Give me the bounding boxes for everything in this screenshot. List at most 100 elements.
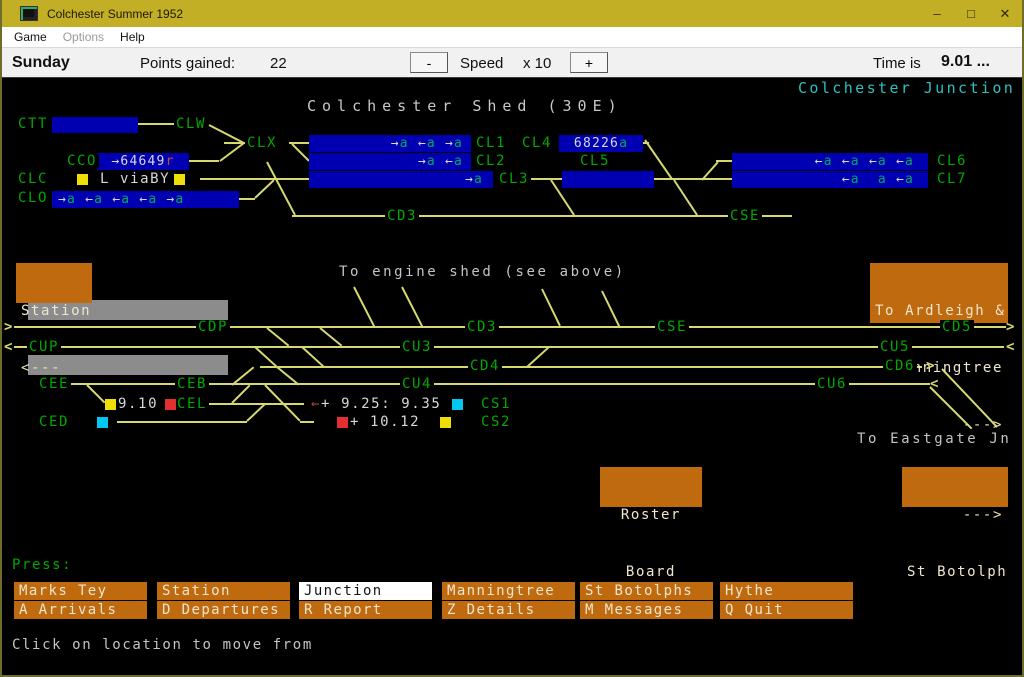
track-label-cup[interactable]: CUP xyxy=(27,340,61,354)
track-label-cs2[interactable]: CS2 xyxy=(479,415,513,429)
track-label-cu6[interactable]: CU6 xyxy=(815,377,849,391)
speed-minus-button[interactable]: - xyxy=(410,52,448,73)
button-manningtree[interactable]: Manningtree xyxy=(442,582,575,600)
track-label-cee[interactable]: CEE xyxy=(37,377,71,391)
track-label-ced[interactable]: CED xyxy=(37,415,71,429)
track-label-cl4[interactable]: CL4 xyxy=(520,136,554,150)
train-block[interactable]: →64649r xyxy=(97,153,189,170)
track-label-cd6[interactable]: CD6 xyxy=(883,359,917,373)
points-value: 22 xyxy=(270,55,287,72)
signal-marker-red[interactable] xyxy=(337,417,348,428)
st-botolph-box[interactable]: ---> St Botolph xyxy=(902,467,1008,507)
track-label-cl1[interactable]: CL1 xyxy=(474,136,508,150)
track-label-cel[interactable]: CEL xyxy=(175,397,209,411)
close-button[interactable]: ✕ xyxy=(988,0,1022,27)
track-line xyxy=(200,178,309,180)
track-label-cse[interactable]: CSE xyxy=(655,320,689,334)
track-label-clx[interactable]: CLX xyxy=(245,136,279,150)
ardleigh-box[interactable]: To Ardleigh & Manningtree ---> xyxy=(870,263,1008,323)
train-block[interactable] xyxy=(562,171,654,188)
app-window: Colchester Summer 1952 – □ ✕ Game Option… xyxy=(0,0,1024,677)
button-st-botolphs[interactable]: St Botolphs xyxy=(580,582,713,600)
track-label-cd4[interactable]: CD4 xyxy=(468,359,502,373)
button-station[interactable]: Station xyxy=(157,582,290,600)
train-block[interactable]: ←a ←a ←a ←a xyxy=(732,153,928,170)
signal-marker-yellow[interactable] xyxy=(440,417,451,428)
track-line xyxy=(14,346,1004,348)
time-value: 9.01 ... xyxy=(941,53,990,71)
track-line xyxy=(117,421,247,423)
track-label-clc[interactable]: CLC xyxy=(16,172,50,186)
track-label-cu3[interactable]: CU3 xyxy=(400,340,434,354)
button-d-departures[interactable]: D Departures xyxy=(157,601,290,619)
track-label-cse[interactable]: CSE xyxy=(728,209,762,223)
track-label-cl6[interactable]: CL6 xyxy=(935,154,969,168)
track-direction-arrow: < xyxy=(4,340,12,354)
button-a-arrivals[interactable]: A Arrivals xyxy=(14,601,147,619)
menu-game[interactable]: Game xyxy=(6,30,55,44)
track-direction-arrow: > xyxy=(926,359,934,373)
speed-value: x 10 xyxy=(523,55,551,72)
ardleigh-box-label: To Ardleigh & xyxy=(875,302,1003,321)
day-label: Sunday xyxy=(12,54,70,72)
signal-marker-red[interactable] xyxy=(165,399,176,410)
track-line xyxy=(86,384,105,403)
track-line xyxy=(654,178,732,180)
minimize-button[interactable]: – xyxy=(920,0,954,27)
track-label-clo[interactable]: CLO xyxy=(16,191,50,205)
speed-plus-button[interactable]: + xyxy=(570,52,608,73)
signal-marker-yellow[interactable] xyxy=(174,174,185,185)
track-direction-arrow: < xyxy=(930,377,938,391)
track-label-cu4[interactable]: CU4 xyxy=(400,377,434,391)
track-label-ceb[interactable]: CEB xyxy=(175,377,209,391)
train-block[interactable]: →a xyxy=(309,171,493,188)
track-label-ctt[interactable]: CTT xyxy=(16,117,50,131)
signal-marker-yellow[interactable] xyxy=(105,399,116,410)
station-box[interactable]: Station <--- xyxy=(16,263,92,303)
track-line xyxy=(527,178,562,180)
track-label-cl7[interactable]: CL7 xyxy=(935,172,969,186)
roster-board-box[interactable]: Roster Board xyxy=(600,467,702,507)
train-block[interactable]: →a ←a xyxy=(309,153,471,170)
track-diagram: Colchester Shed (30E) Colchester Junctio… xyxy=(2,78,1022,677)
signal-marker-cyan[interactable] xyxy=(97,417,108,428)
titlebar[interactable]: Colchester Summer 1952 – □ ✕ xyxy=(2,0,1022,27)
maximize-button[interactable]: □ xyxy=(954,0,988,27)
train-block[interactable]: →a ←a ←a ←a →a xyxy=(52,191,239,208)
button-q-quit[interactable]: Q Quit xyxy=(720,601,853,619)
track-label-cl5[interactable]: CL5 xyxy=(578,154,612,168)
st-botolph-label: St Botolph xyxy=(907,563,1003,582)
button-z-details[interactable]: Z Details xyxy=(442,601,575,619)
train-block[interactable]: ←a a ←a xyxy=(732,171,928,188)
track-line xyxy=(239,198,255,200)
roster-label: Roster xyxy=(605,506,697,525)
track-line xyxy=(266,162,296,216)
signal-marker-yellow[interactable] xyxy=(77,174,88,185)
button-junction[interactable]: Junction xyxy=(299,582,432,600)
track-label-cs1[interactable]: CS1 xyxy=(479,397,513,411)
button-hythe[interactable]: Hythe xyxy=(720,582,853,600)
button-m-messages[interactable]: M Messages xyxy=(580,601,713,619)
press-label: Press: xyxy=(12,557,72,573)
signal-marker-cyan[interactable] xyxy=(452,399,463,410)
track-label-cd3[interactable]: CD3 xyxy=(465,320,499,334)
menu-options[interactable]: Options xyxy=(55,30,112,44)
track-direction-arrow: > xyxy=(1006,320,1014,334)
board-label: Board xyxy=(605,563,697,582)
track-label-clw[interactable]: CLW xyxy=(174,117,208,131)
train-block[interactable] xyxy=(52,117,138,133)
track-label-cu5[interactable]: CU5 xyxy=(878,340,912,354)
train-block[interactable]: 68226a xyxy=(559,135,643,152)
button-r-report[interactable]: R Report xyxy=(299,601,432,619)
track-label-cdp[interactable]: CDP xyxy=(196,320,230,334)
button-marks-tey[interactable]: Marks Tey xyxy=(14,582,147,600)
track-line xyxy=(209,403,304,405)
track-line xyxy=(246,403,265,421)
menu-help[interactable]: Help xyxy=(112,30,153,44)
track-label-cl3[interactable]: CL3 xyxy=(497,172,531,186)
track-label-cl2[interactable]: CL2 xyxy=(474,154,508,168)
track-label-cco[interactable]: CCO xyxy=(65,154,99,168)
track-label-cd5[interactable]: CD5 xyxy=(940,320,974,334)
train-block[interactable]: →a ←a →a xyxy=(309,135,471,152)
track-label-cd3[interactable]: CD3 xyxy=(385,209,419,223)
